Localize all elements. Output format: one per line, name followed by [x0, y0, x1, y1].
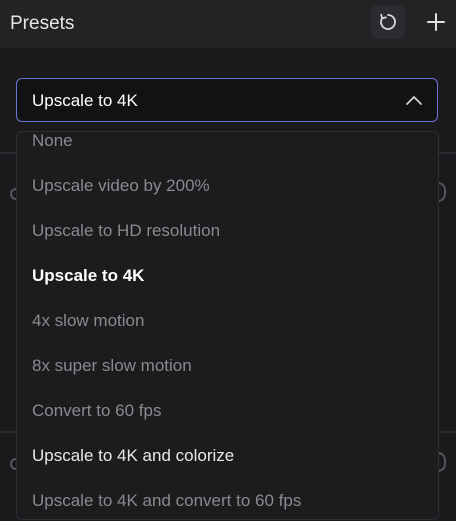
- presets-panel: Presets Upscale to 4K None Upscale video…: [0, 0, 456, 521]
- add-preset-button[interactable]: [419, 5, 453, 39]
- panel-title: Presets: [10, 13, 75, 34]
- panel-header: Presets: [0, 0, 456, 48]
- option-upscale-4k[interactable]: Upscale to 4K: [17, 253, 438, 298]
- option-none[interactable]: None: [17, 132, 438, 163]
- option-upscale-200[interactable]: Upscale video by 200%: [17, 163, 438, 208]
- background-slider-edge: [438, 452, 446, 472]
- background-slider-edge: [438, 182, 446, 202]
- option-upscale-hd[interactable]: Upscale to HD resolution: [17, 208, 438, 253]
- option-upscale-4k-colorize[interactable]: Upscale to 4K and colorize: [17, 433, 438, 478]
- chevron-up-icon: [406, 96, 422, 105]
- refresh-button[interactable]: [371, 5, 405, 39]
- plus-icon: [427, 13, 445, 31]
- option-upscale-4k-60fps[interactable]: Upscale to 4K and convert to 60 fps: [17, 478, 438, 519]
- refresh-icon: [380, 13, 396, 30]
- preset-dropdown-list[interactable]: None Upscale video by 200% Upscale to HD…: [16, 131, 439, 520]
- preset-select[interactable]: Upscale to 4K: [16, 78, 438, 122]
- preset-select-value: Upscale to 4K: [32, 91, 138, 110]
- option-convert-60fps[interactable]: Convert to 60 fps: [17, 388, 438, 433]
- option-4x-slow-motion[interactable]: 4x slow motion: [17, 298, 438, 343]
- option-8x-super-slow-motion[interactable]: 8x super slow motion: [17, 343, 438, 388]
